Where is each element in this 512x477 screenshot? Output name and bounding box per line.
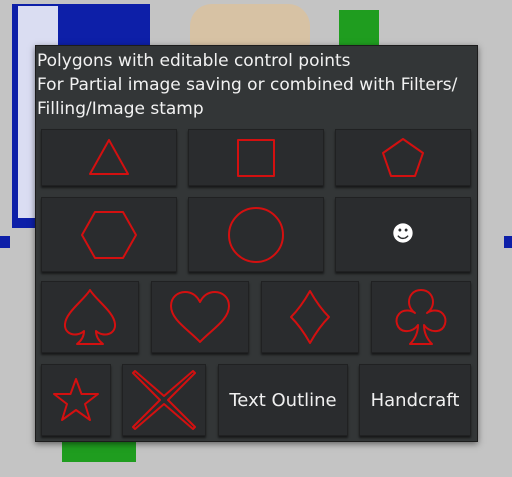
handcraft-button[interactable]: Handcraft: [359, 364, 471, 436]
text-outline-button[interactable]: Text Outline: [218, 364, 348, 436]
hexagon-icon: [81, 210, 137, 259]
dialog-line-2: For Partial image saving or combined wit…: [37, 75, 458, 95]
cross-button[interactable]: [122, 364, 206, 436]
canvas-marker-left: [0, 236, 10, 248]
canvas-marker-right: [504, 236, 512, 248]
canvas-green-block: [339, 10, 379, 46]
spade-button[interactable]: [41, 281, 139, 353]
diamond-icon: [290, 290, 330, 344]
star-icon: [53, 378, 99, 421]
hexagon-button[interactable]: [41, 197, 177, 272]
pentagon-icon: [382, 137, 424, 177]
circle-button[interactable]: [188, 197, 324, 272]
text-outline-label: Text Outline: [229, 389, 337, 411]
handcraft-label: Handcraft: [370, 389, 460, 411]
triangle-icon: [89, 138, 129, 175]
pentagon-button[interactable]: [335, 129, 471, 186]
square-button[interactable]: [188, 129, 324, 186]
heart-icon: [170, 291, 230, 343]
triangle-button[interactable]: [41, 129, 177, 186]
club-icon: [395, 289, 447, 345]
cross-icon: [132, 370, 196, 430]
emoji-button[interactable]: ☻: [335, 197, 471, 272]
dialog-description: Polygons with editable control points Fo…: [36, 49, 478, 121]
club-button[interactable]: [371, 281, 471, 353]
diamond-button[interactable]: [261, 281, 359, 353]
canvas-hand-image: [190, 4, 310, 48]
smiley-icon: ☻: [391, 221, 415, 247]
polygon-shape-dialog: Polygons with editable control points Fo…: [35, 45, 478, 442]
circle-icon: [228, 206, 284, 263]
star-button[interactable]: [41, 364, 111, 436]
spade-icon: [63, 289, 117, 345]
square-icon: [237, 138, 275, 177]
dialog-line-3: Filling/Image stamp: [37, 99, 204, 119]
heart-button[interactable]: [151, 281, 249, 353]
dialog-line-1: Polygons with editable control points: [37, 51, 351, 71]
